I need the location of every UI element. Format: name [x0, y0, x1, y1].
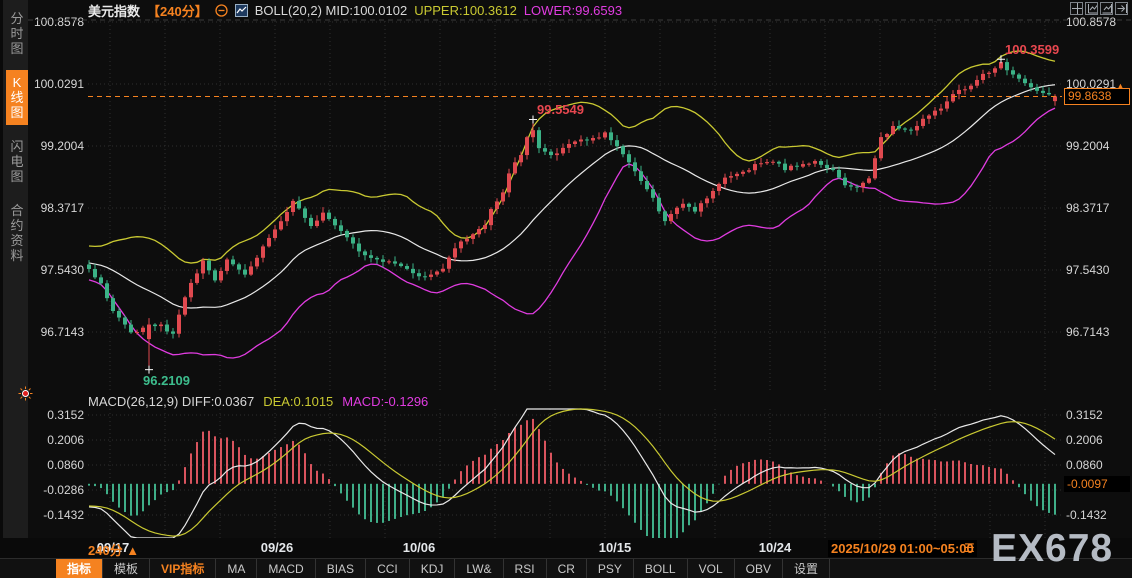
boll-mid-readout: BOLL(20,2) MID:100.0102	[254, 3, 408, 18]
toolbar-item-5[interactable]: BIAS	[316, 559, 367, 578]
period-tag[interactable]: 【240分】	[147, 1, 208, 20]
low-price-annotation: 96.2109	[143, 372, 190, 388]
toolbar-item-1[interactable]: 模板	[103, 559, 151, 578]
macd-header: MACD(26,12,9) DIFF:0.0367 DEA:0.1015 MAC…	[88, 394, 428, 409]
live-alert-icon	[18, 386, 33, 401]
toolbar-item-6[interactable]: CCI	[366, 559, 410, 578]
charting-app-window: 分时图K线图闪电图合约资料 美元指数 【240分】 BOLL(20,2) MID…	[0, 0, 1132, 578]
boll-lower-readout: LOWER:99.6593	[523, 3, 623, 18]
time-tick: 09/26	[260, 540, 294, 555]
macd-dea-readout: DEA:0.1015	[263, 394, 334, 409]
mini-menu-icon[interactable]: ☰	[964, 541, 975, 555]
indicator-panel-icon[interactable]	[1085, 2, 1098, 15]
toolbar-item-3[interactable]: MA	[216, 559, 258, 578]
current-price-box: 99.8638	[1064, 88, 1130, 105]
collapse-axis-icon[interactable]	[1115, 2, 1128, 15]
window-tool-icons	[1070, 2, 1128, 15]
brand-watermark: EX678	[991, 527, 1114, 570]
crosshair-icon[interactable]	[1070, 2, 1083, 15]
high-price-annotation: 100.3599	[1005, 42, 1060, 58]
toolbar-item-7[interactable]: KDJ	[410, 559, 456, 578]
toolbar-item-11[interactable]: PSY	[587, 559, 634, 578]
toolbar-item-14[interactable]: OBV	[735, 559, 783, 578]
high-price-annotation: 99.5549	[537, 102, 584, 118]
indicator-icon[interactable]	[234, 4, 248, 17]
current-macd-box: -0.0097	[1064, 476, 1130, 492]
toolbar-item-15[interactable]: 设置	[783, 559, 830, 578]
price-direction-arrow: ▲	[1116, 80, 1125, 91]
toolbar-item-13[interactable]: VOL	[688, 559, 735, 578]
macd-diff-readout: MACD(26,12,9) DIFF:0.0367	[88, 394, 255, 409]
toolbar-item-10[interactable]: CR	[547, 559, 587, 578]
boll-upper-readout: UPPER:100.3612	[414, 3, 517, 18]
toolbar-item-9[interactable]: RSI	[504, 559, 547, 578]
toolbar-item-0[interactable]: 指标	[56, 559, 104, 578]
time-tick: 10/06	[402, 540, 436, 555]
toolbar-item-4[interactable]: MACD	[257, 559, 316, 578]
main-chart-canvas[interactable]	[0, 0, 1132, 578]
chart-header: 美元指数 【240分】 BOLL(20,2) MID:100.0102 UPPE…	[88, 2, 622, 19]
toolbar-item-12[interactable]: BOLL	[634, 559, 688, 578]
time-tick: 10/24	[758, 540, 792, 555]
session-range-label: 2025/10/29 01:00~05:00	[828, 540, 977, 557]
time-tick: 10/15	[598, 540, 632, 555]
toolbar-item-8[interactable]: LW&	[455, 559, 504, 578]
macd-hist-readout: MACD:-0.1296	[342, 394, 429, 409]
period-selector[interactable]: 240分 ▲	[88, 540, 139, 559]
toolbar-item-2[interactable]: VIP指标	[150, 559, 217, 578]
overlay-panel-icon[interactable]	[1100, 2, 1113, 15]
indicator-toolbar: 指标 模板 VIP指标 MA MACD BIAS CCI KDJ LW& RSI CR PSY BOLL…	[0, 558, 1132, 578]
symbol-name: 美元指数	[88, 4, 141, 19]
collapse-indicator-icon[interactable]	[215, 4, 228, 17]
